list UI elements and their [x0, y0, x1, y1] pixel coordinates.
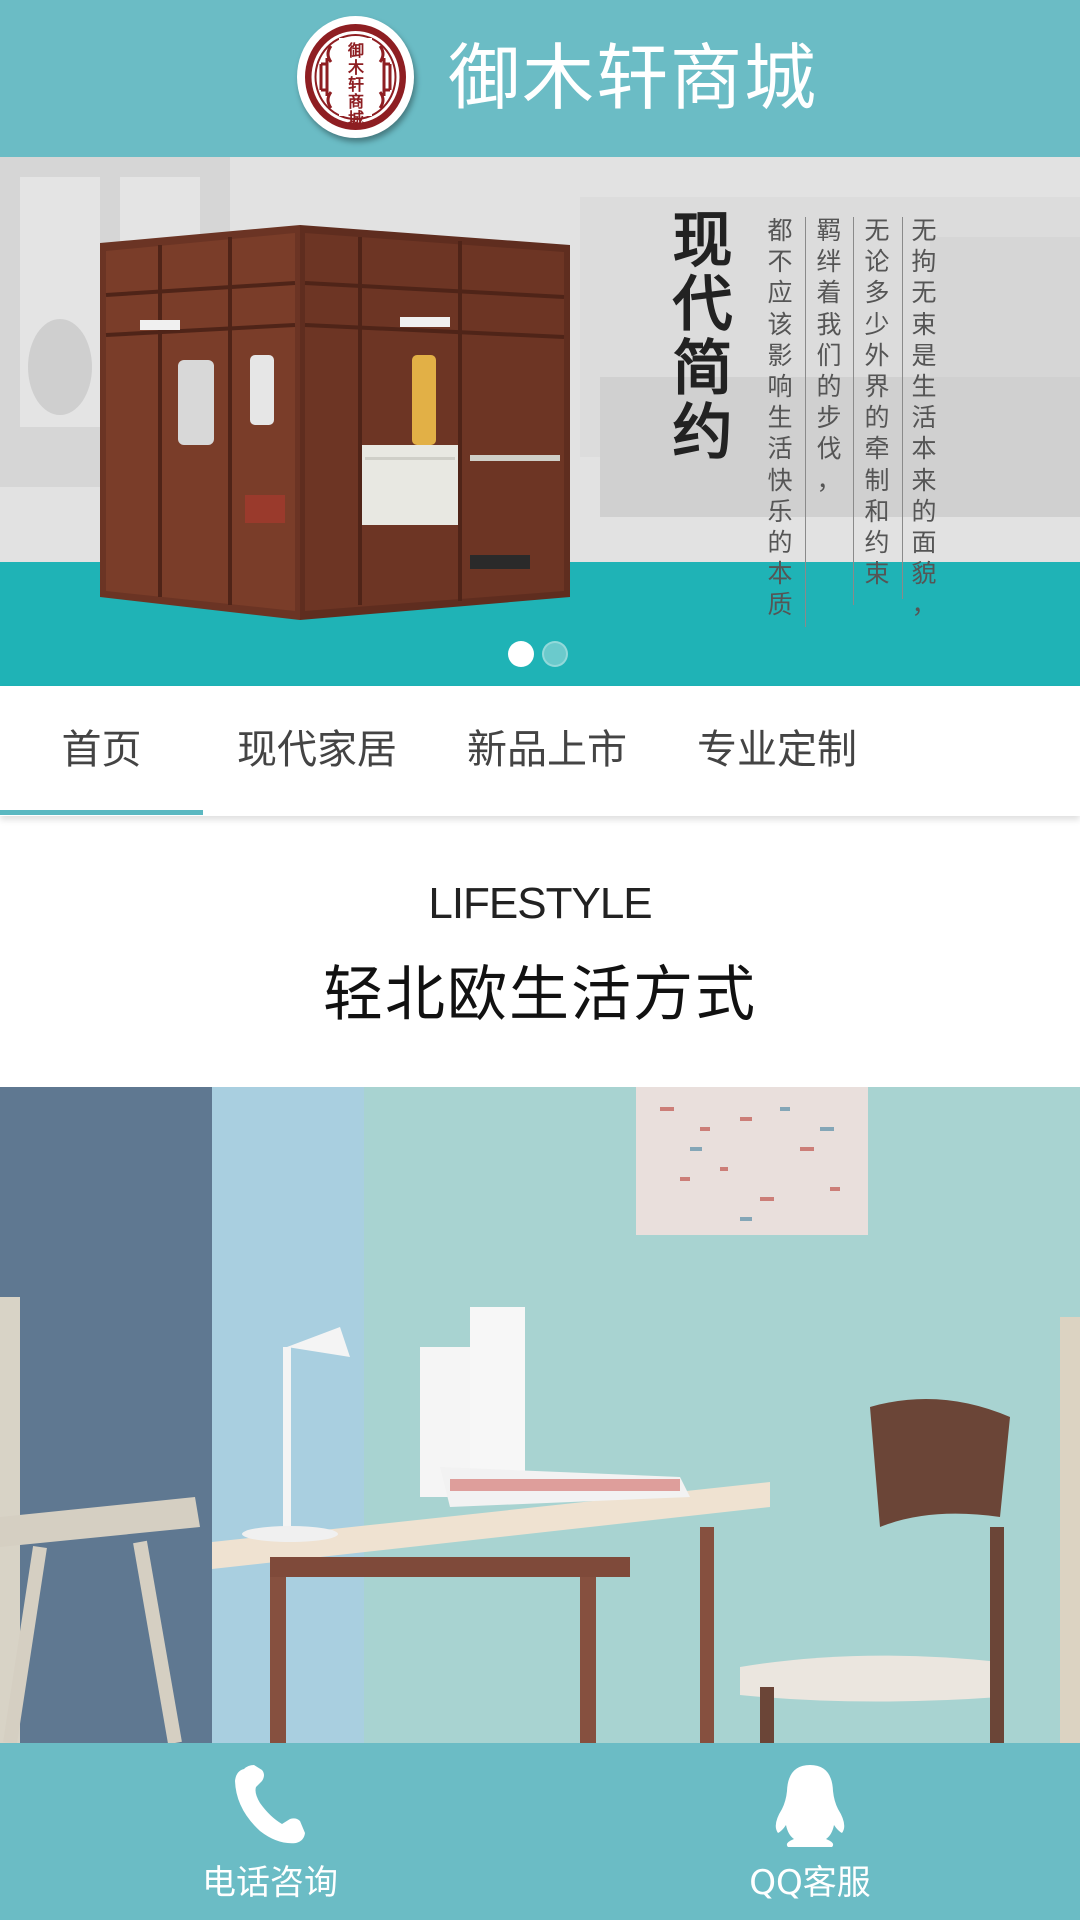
- section-subtitle: LIFESTYLE: [428, 879, 652, 928]
- slogan-char: 无: [864, 216, 890, 245]
- section-title: 轻北欧生活方式: [323, 960, 757, 1030]
- slogan-char: 束: [911, 309, 937, 339]
- slogan-divider: [853, 217, 854, 605]
- slogan-char: 着: [816, 278, 842, 308]
- slogan-char: 约: [864, 528, 890, 558]
- tab-home[interactable]: 首页: [0, 686, 203, 814]
- bottom-contact-bar: 电话咨询 QQ客服: [0, 1743, 1080, 1920]
- slogan-char: 影: [767, 340, 793, 370]
- slogan-char: 活: [767, 434, 793, 464]
- site-header: 御 木 轩 商 城 御木轩商城: [0, 0, 1080, 157]
- slogan-column-1: 无拘无束是生活本来的面貌，: [908, 215, 940, 621]
- slogan-char: 和: [864, 496, 890, 526]
- slogan-char: 多: [864, 278, 890, 308]
- slogan-char: 的: [864, 403, 890, 433]
- site-title[interactable]: 御木轩商城: [448, 28, 818, 128]
- active-tab-indicator: [0, 810, 203, 815]
- slogan-char: 该: [767, 309, 793, 339]
- slogan-column-3: 羁绊着我们的步伐，: [813, 215, 845, 496]
- slogan-char: 界: [864, 372, 890, 402]
- logo-characters: 御 木 轩 商 城: [340, 42, 372, 127]
- slogan-char: 生: [767, 403, 793, 433]
- hero-banner[interactable]: 现 代 简 约 都不应该影响生活快乐的本质 羁绊着我们的步伐， 无论多少外界的牵…: [0, 157, 1080, 686]
- slogan-char: 的: [816, 372, 842, 402]
- tab-modern-home[interactable]: 现代家居: [222, 686, 412, 814]
- slogan-divider: [902, 217, 903, 599]
- logo-char: 城: [347, 109, 364, 128]
- logo-char: 御: [347, 41, 364, 60]
- slogan-char: 质: [767, 590, 793, 620]
- banner-headline: 现 代 简 约: [665, 209, 740, 465]
- slogan-char: 乐: [767, 496, 793, 526]
- banner-headline-char: 现: [672, 206, 733, 276]
- carousel-dots: [508, 641, 568, 669]
- nordic-room-image: [0, 1087, 1080, 1743]
- banner-headline-char: 约: [672, 398, 733, 468]
- slogan-char: 论: [864, 247, 890, 277]
- slogan-char: 们: [816, 340, 842, 370]
- slogan-char: ，: [816, 465, 842, 495]
- slogan-divider: [805, 217, 806, 627]
- slogan-char: 羁: [816, 216, 842, 245]
- tab-new-arrivals[interactable]: 新品上市: [452, 686, 642, 814]
- slogan-char: 束: [864, 559, 890, 589]
- slogan-char: 响: [767, 372, 793, 402]
- slogan-char: 牵: [864, 434, 890, 464]
- slogan-char: 无: [911, 216, 937, 245]
- qq-service-label: QQ客服: [749, 1863, 871, 1903]
- slogan-char: 应: [767, 278, 793, 308]
- carousel-dot[interactable]: [542, 641, 568, 667]
- slogan-char: ，: [911, 590, 937, 620]
- phone-icon: [235, 1765, 305, 1844]
- logo-char: 商: [347, 92, 364, 111]
- slogan-char: 外: [864, 340, 890, 370]
- logo-char: 轩: [347, 75, 364, 94]
- slogan-char: 本: [911, 434, 937, 464]
- site-logo[interactable]: 御 木 轩 商 城: [297, 16, 414, 138]
- slogan-char: 活: [911, 403, 937, 433]
- banner-headline-char: 简: [672, 334, 733, 404]
- slogan-column-2: 无论多少外界的牵制和约束: [861, 215, 893, 589]
- carousel-dot-active[interactable]: [508, 641, 534, 667]
- slogan-char: 拘: [911, 247, 937, 277]
- slogan-char: 我: [816, 309, 842, 339]
- slogan-char: 步: [816, 403, 842, 433]
- nordic-room-photo[interactable]: [0, 1087, 1080, 1743]
- slogan-char: 伐: [816, 434, 842, 464]
- slogan-char: 生: [911, 372, 937, 402]
- banner-headline-char: 代: [672, 270, 733, 340]
- phone-consult-label: 电话咨询: [202, 1863, 338, 1903]
- slogan-char: 少: [864, 309, 890, 339]
- slogan-char: 制: [864, 465, 890, 495]
- qq-service-button[interactable]: QQ客服: [660, 1743, 960, 1920]
- slogan-char: 无: [911, 278, 937, 308]
- logo-char: 木: [347, 58, 364, 77]
- slogan-char: 都: [767, 216, 793, 245]
- slogan-char: 不: [767, 247, 793, 277]
- slogan-char: 面: [911, 528, 937, 558]
- qq-penguin-icon: [775, 1765, 845, 1847]
- slogan-char: 的: [911, 496, 937, 526]
- slogan-char: 貌: [911, 559, 937, 589]
- category-tabs: 首页 现代家居 新品上市 专业定制: [0, 686, 1080, 816]
- slogan-char: 绊: [816, 247, 842, 277]
- slogan-char: 的: [767, 528, 793, 558]
- slogan-char: 本: [767, 559, 793, 589]
- corner-wardrobe-image: [100, 225, 570, 620]
- phone-consult-button[interactable]: 电话咨询: [120, 1743, 420, 1920]
- slogan-column-4: 都不应该影响生活快乐的本质: [764, 215, 796, 621]
- logo-seal: 御 木 轩 商 城: [305, 24, 406, 130]
- tab-custom-design[interactable]: 专业定制: [682, 686, 872, 814]
- slogan-char: 来: [911, 465, 937, 495]
- slogan-char: 快: [767, 465, 793, 495]
- slogan-char: 是: [911, 340, 937, 370]
